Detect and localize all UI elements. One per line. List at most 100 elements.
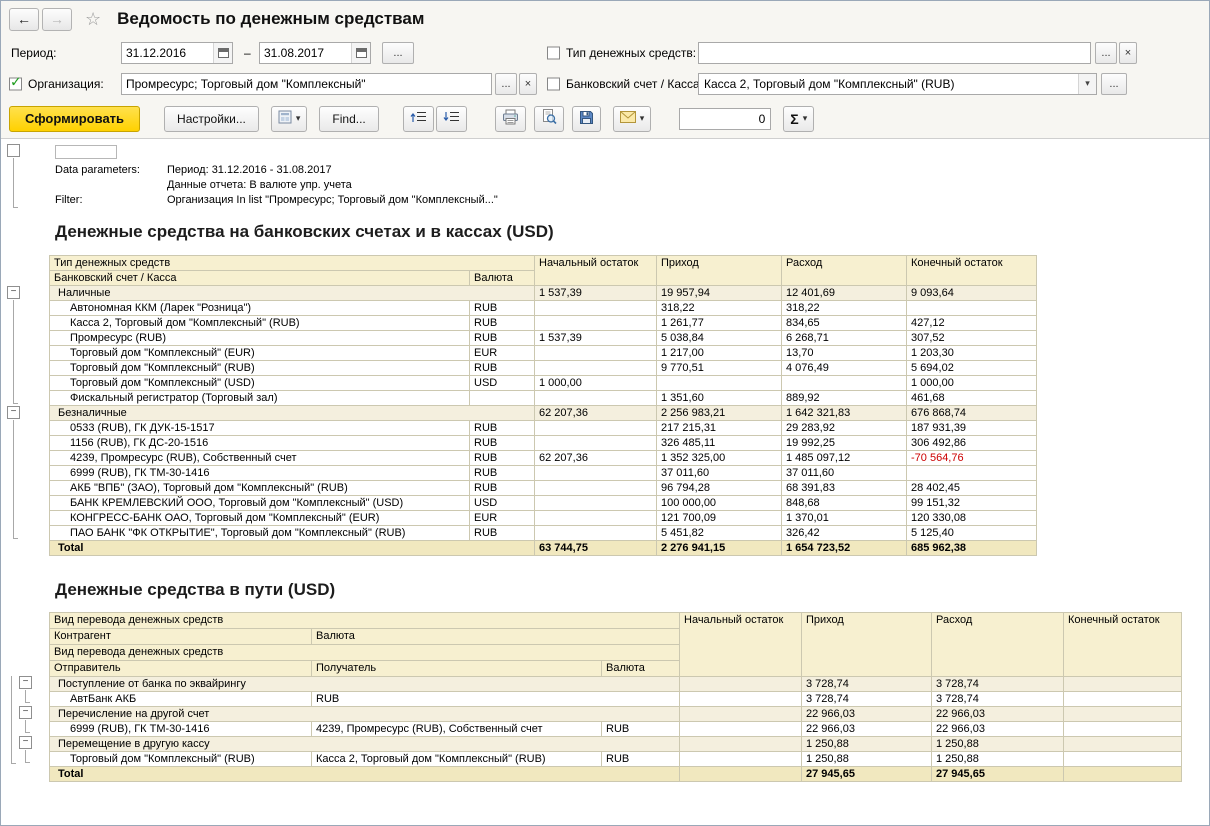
cell-amount[interactable]: 99 151,32 [907,496,1037,511]
cell-amount[interactable] [535,496,657,511]
cell-amount[interactable] [680,692,802,707]
group-toggle-acquiring[interactable]: − [19,676,32,689]
back-button[interactable]: ← [9,8,39,31]
cell-sender[interactable]: Торговый дом "Комплексный" (RUB) [50,752,312,767]
cell-currency[interactable]: USD [470,496,535,511]
cell-amount[interactable]: 685 962,38 [907,541,1037,556]
cell-account-name[interactable]: Торговый дом "Комплексный" (EUR) [50,346,470,361]
cell-amount[interactable]: 1 351,60 [657,391,782,406]
cell-currency[interactable]: RUB [470,481,535,496]
cell-amount[interactable]: 37 011,60 [782,466,907,481]
cell-amount[interactable]: 22 966,03 [932,707,1064,722]
col-header-income[interactable]: Приход [802,613,932,677]
cell-account-name[interactable]: Торговый дом "Комплексный" (USD) [50,376,470,391]
cell-amount[interactable]: 1 485 097,12 [782,451,907,466]
cell-amount[interactable]: 326 485,11 [657,436,782,451]
cell-amount[interactable]: 27 945,65 [932,767,1064,782]
counter-input[interactable] [679,108,771,130]
cell-amount[interactable]: 63 744,75 [535,541,657,556]
cell-amount[interactable] [535,391,657,406]
cell-currency[interactable] [470,391,535,406]
generate-button[interactable]: Сформировать [9,106,140,132]
cell-amount[interactable]: 1 352 325,00 [657,451,782,466]
save-button[interactable] [572,106,601,132]
expand-groups-button[interactable] [436,106,467,132]
cell-amount[interactable] [1064,692,1182,707]
cell-amount[interactable]: 1 203,30 [907,346,1037,361]
group-toggle-noncash[interactable]: − [7,406,20,419]
cell-amount[interactable] [680,752,802,767]
cell-amount[interactable] [907,466,1037,481]
cell-amount[interactable] [535,466,657,481]
cell-amount[interactable] [535,481,657,496]
cell-amount[interactable]: 5 038,84 [657,331,782,346]
cell-currency[interactable]: RUB [470,316,535,331]
cell-currency[interactable]: RUB [470,301,535,316]
cell-total-label[interactable]: Total [50,767,680,782]
cell-amount[interactable]: 22 966,03 [932,722,1064,737]
col-header-expense[interactable]: Расход [932,613,1064,677]
cell-amount[interactable]: 1 654 723,52 [782,541,907,556]
cell-currency[interactable]: RUB [470,421,535,436]
cell-amount[interactable]: 12 401,69 [782,286,907,301]
cell-amount[interactable]: 19 957,94 [657,286,782,301]
cell-amount[interactable] [535,316,657,331]
cell-amount[interactable]: 1 000,00 [907,376,1037,391]
calendar-icon[interactable] [351,43,370,63]
cell-amount[interactable]: -70 564,76 [907,451,1037,466]
cell-amount[interactable]: 68 391,83 [782,481,907,496]
col-header-expense[interactable]: Расход [782,256,907,286]
cell-amount[interactable]: 22 966,03 [802,722,932,737]
cell-amount[interactable]: 1 261,77 [657,316,782,331]
cell-amount[interactable] [657,376,782,391]
col-header-closing[interactable]: Конечный остаток [1064,613,1182,677]
cell-group-name[interactable]: Перемещение в другую кассу [50,737,680,752]
cell-amount[interactable]: 1 250,88 [802,752,932,767]
send-mail-button[interactable]: ▾ [613,106,652,132]
cell-amount[interactable]: 1 000,00 [535,376,657,391]
cell-amount[interactable]: 306 492,86 [907,436,1037,451]
cell-group-name[interactable]: Безналичные [50,406,535,421]
cell-amount[interactable]: 4 076,49 [782,361,907,376]
period-more-button[interactable]: ... [382,42,414,64]
cell-currency[interactable]: RUB [470,436,535,451]
cell-account-name[interactable]: Торговый дом "Комплексный" (RUB) [50,361,470,376]
cell-amount[interactable] [1064,767,1182,782]
collapse-groups-button[interactable] [403,106,434,132]
date-to-input[interactable] [260,46,351,60]
cell-amount[interactable]: 427,12 [907,316,1037,331]
cell-amount[interactable]: 889,92 [782,391,907,406]
cell-amount[interactable] [1064,737,1182,752]
cell-amount[interactable] [680,677,802,692]
cell-amount[interactable]: 2 276 941,15 [657,541,782,556]
cell-amount[interactable]: 19 992,25 [782,436,907,451]
cell-amount[interactable]: 27 945,65 [802,767,932,782]
cell-amount[interactable] [680,767,802,782]
print-button[interactable] [495,106,526,132]
cell-amount[interactable] [680,722,802,737]
cell-amount[interactable]: 100 000,00 [657,496,782,511]
cell-account-name[interactable]: 0533 (RUB), ГК ДУК-15-1517 [50,421,470,436]
cell-account-name[interactable]: Автономная ККМ (Ларек "Розница") [50,301,470,316]
cell-currency[interactable]: RUB [470,331,535,346]
cell-amount[interactable]: 1 250,88 [802,737,932,752]
cell-amount[interactable]: 1 370,01 [782,511,907,526]
cell-currency[interactable]: RUB [470,466,535,481]
cash-type-input[interactable] [698,42,1091,64]
col-header-opening[interactable]: Начальный остаток [680,613,802,677]
cell-amount[interactable] [535,436,657,451]
cell-amount[interactable]: 62 207,36 [535,406,657,421]
cell-amount[interactable] [1064,707,1182,722]
cell-amount[interactable]: 5 694,02 [907,361,1037,376]
cell-currency[interactable]: RUB [602,752,680,767]
cell-account-name[interactable]: АКБ "ВПБ" (ЗАО), Торговый дом "Комплексн… [50,481,470,496]
settings-button[interactable]: Настройки... [164,106,259,132]
cell-amount[interactable] [1064,722,1182,737]
cell-amount[interactable]: 3 728,74 [802,677,932,692]
cell-amount[interactable] [680,707,802,722]
cell-receiver[interactable]: Касса 2, Торговый дом "Комплексный" (RUB… [312,752,602,767]
cell-currency[interactable]: RUB [470,451,535,466]
cell-amount[interactable]: 9 770,51 [657,361,782,376]
cell-group-name[interactable]: Поступление от банка по эквайрингу [50,677,680,692]
cell-currency[interactable]: EUR [470,346,535,361]
